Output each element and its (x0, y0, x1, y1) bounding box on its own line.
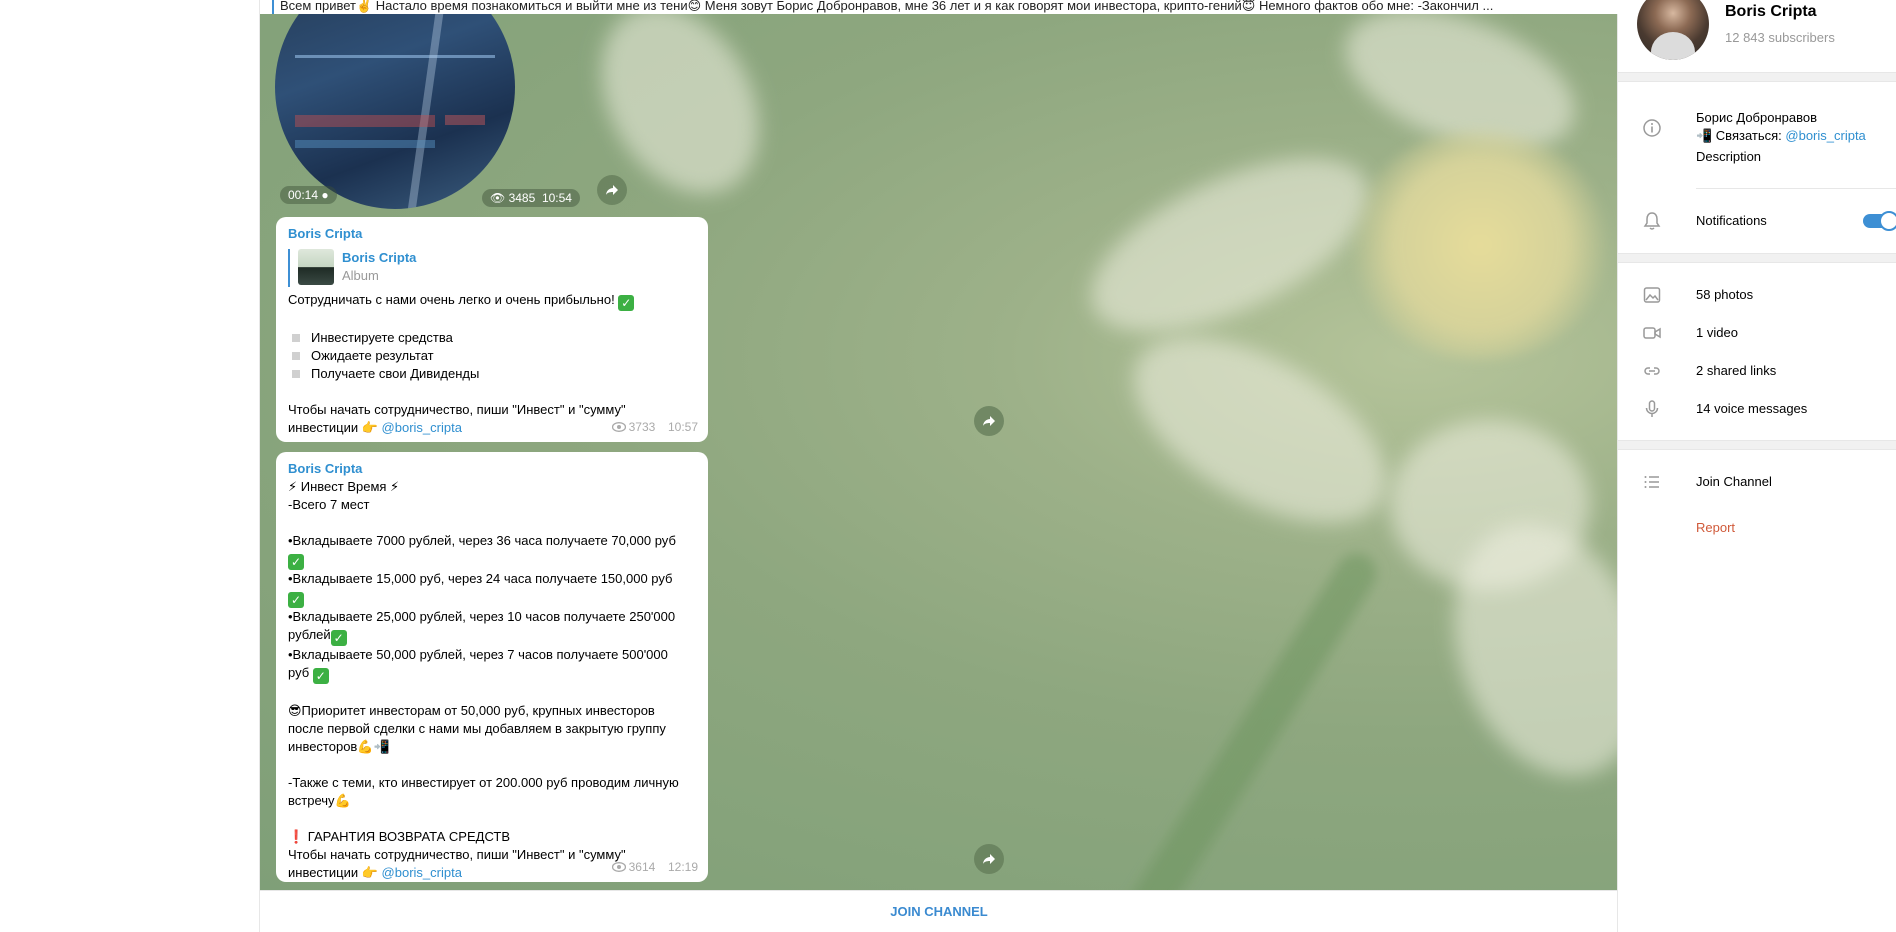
share-icon (606, 185, 618, 195)
video-duration: 00:14 ● (280, 186, 337, 204)
chat-wallpaper: 00:14 ● 👁 3485 10:54 Boris Cripta Boris … (260, 0, 1618, 890)
eye-icon (611, 862, 626, 872)
post-line: -Также с теми, кто инвестирует от 200.00… (288, 775, 679, 790)
video-message[interactable] (275, 0, 515, 209)
subscriber-count: 12 843 subscribers (1725, 30, 1835, 45)
album-thumbnail (298, 249, 334, 285)
link-icon (1642, 361, 1662, 381)
username-link[interactable]: @boris_cripta (382, 865, 462, 880)
channel-avatar[interactable] (1637, 0, 1709, 60)
join-channel-button[interactable]: JOIN CHANNEL (260, 890, 1618, 932)
microphone-icon (1642, 399, 1662, 419)
offer-line: •Вкладываете 25,000 рублей, через 10 час… (288, 609, 676, 624)
offer-line: •Вкладываете 50,000 рублей, через 7 часо… (288, 647, 668, 662)
report-button[interactable]: Report (1696, 520, 1735, 535)
pinned-message-text: Всем привет✌️ Настало время познакомитьс… (280, 0, 1494, 13)
eye-icon: 👁 (490, 191, 506, 205)
eye-icon (611, 422, 626, 432)
list-item: Получаете свои Дивиденды (288, 365, 696, 383)
video-icon (1642, 323, 1662, 343)
message-post-1: Boris Cripta Boris Cripta Album Сотрудни… (276, 217, 708, 442)
channel-name: Boris Cripta (1725, 3, 1817, 20)
description-label: Description (1696, 149, 1762, 164)
message-meta: 3614 12:19 (611, 858, 698, 876)
share-button-video[interactable] (597, 175, 627, 205)
message-meta: 3733 10:57 (611, 418, 698, 436)
forwarded-album[interactable]: Boris Cripta Album (288, 249, 696, 287)
post-headline: Сотрудничать с нами очень легко и очень … (288, 291, 696, 311)
chat-area: 00:14 ● 👁 3485 10:54 Boris Cripta Boris … (259, 0, 1618, 932)
share-button-post-1[interactable] (974, 406, 1004, 436)
forwarded-title: Boris Cripta (342, 250, 417, 265)
contact-link[interactable]: @boris_cripta (1785, 128, 1865, 143)
share-button-post-2[interactable] (974, 844, 1004, 874)
offer-line: •Вкладываете 15,000 руб, через 24 часа п… (288, 571, 673, 586)
post-line: встречу💪 (288, 793, 351, 808)
username-link[interactable]: @boris_cripta (382, 420, 462, 435)
forwarded-subtitle: Album (342, 268, 379, 283)
bell-icon (1642, 211, 1662, 231)
info-icon (1642, 118, 1662, 138)
post-line: инвесторов💪📲 (288, 739, 390, 754)
post-line: после первой сделки с нами мы добавляем … (288, 721, 666, 736)
message-post-2: Boris Cripta ⚡ Инвест Время ⚡ -Всего 7 м… (276, 452, 708, 882)
share-icon (983, 854, 995, 864)
share-icon (983, 416, 995, 426)
check-icon: ✓ (312, 668, 329, 684)
check-icon: ✓ (288, 554, 304, 570)
photo-icon (1642, 285, 1662, 305)
post-line: -Всего 7 мест (288, 497, 370, 512)
message-author[interactable]: Boris Cripta (288, 460, 696, 478)
message-author[interactable]: Boris Cripta (288, 225, 696, 243)
pinned-message-bar[interactable]: Всем привет✌️ Настало время познакомитьс… (260, 0, 1618, 14)
notifications-toggle[interactable] (1863, 211, 1896, 231)
list-item: Ожидаете результат (288, 347, 696, 365)
cta-text: Чтобы начать сотрудничество, пиши "Инвес… (288, 402, 626, 417)
video-meta: 👁 3485 10:54 (482, 189, 580, 207)
post-line: 😎Приоритет инвесторам от 50,000 руб, кру… (288, 703, 655, 718)
offer-line: •Вкладываете 7000 рублей, через 36 часа … (288, 533, 676, 548)
check-icon: ✓ (330, 630, 347, 646)
telegram-window: 00:14 ● 👁 3485 10:54 Boris Cripta Boris … (0, 0, 1896, 932)
check-icon: ✓ (618, 295, 635, 311)
check-icon: ✓ (288, 592, 304, 608)
list-item: Инвестируете средства (288, 329, 696, 347)
list-icon (1642, 472, 1662, 492)
post-line: ❗ ГАРАНТИЯ ВОЗВРАТА СРЕДСТВ (288, 829, 511, 844)
channel-info-panel: Boris Cripta 12 843 subscribers Борис До… (1617, 0, 1896, 932)
post-line: ⚡ Инвест Время ⚡ (288, 479, 400, 494)
